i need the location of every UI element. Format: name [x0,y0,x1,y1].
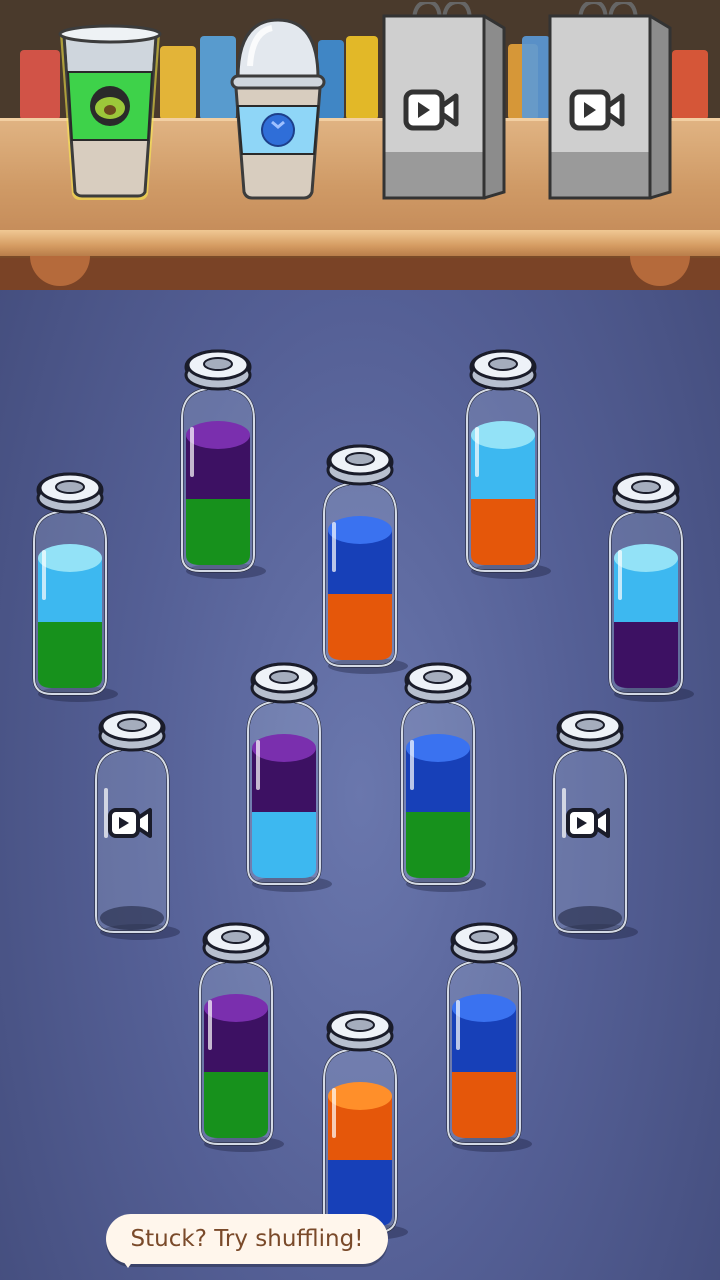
shelf-edge [0,230,720,260]
bottle-7[interactable] [604,468,694,702]
bottle-4[interactable] [318,440,408,674]
liquid-layer-light-blue [252,812,316,878]
liquid-layer-green [186,499,250,565]
liquid-layer-orange [452,1072,516,1138]
liquid-layer-purple [204,994,268,1072]
liquid-layer-blue [328,516,392,594]
shelf-product [346,36,378,120]
liquid-layer-orange [471,499,535,565]
avocado-icon [90,86,130,126]
shelf-area [0,0,720,290]
hint-bubble-tail [118,1254,138,1268]
cup-avocado[interactable] [56,12,164,206]
shelf-product [672,50,708,120]
liquid-layer-purple [614,622,678,688]
liquid-layer-purple [186,421,250,499]
shelf-product [20,50,60,120]
bottle-3[interactable] [28,468,118,702]
liquid-layer-green [406,812,470,878]
liquid-layer-purple [252,734,316,812]
shelf-product [160,46,196,120]
blueberry-icon [261,113,295,147]
shelf-underside [0,258,720,290]
hint-bubble: Stuck? Try shuffling! [106,1214,388,1264]
bottle-2[interactable] [461,345,551,579]
liquid-layer-orange [328,1082,392,1160]
locked-bag-2[interactable] [546,0,674,206]
liquid-layer-orange [328,594,392,660]
liquid-layer-green [204,1072,268,1138]
liquid-layer-blue [452,994,516,1072]
bottle-8[interactable] [396,658,486,892]
liquid-layer-light-blue [614,544,678,622]
hint-text: Stuck? Try shuffling! [130,1226,364,1252]
video-ad-icon [566,808,610,838]
liquid-layer-green [38,622,102,688]
bottle-12[interactable] [442,918,532,1152]
locked-bottle-6[interactable] [90,706,180,940]
liquid-layer-blue [406,734,470,812]
bottle-10[interactable] [194,918,284,1152]
liquid-layer-light-blue [471,421,535,499]
bottle-5[interactable] [242,658,332,892]
bottle-1[interactable] [176,345,266,579]
locked-bottle-9[interactable] [548,706,638,940]
liquid-layer-light-blue [38,544,102,622]
video-ad-icon [108,808,152,838]
locked-bag-1[interactable] [380,0,508,206]
bottle-11[interactable] [318,1006,408,1240]
cup-blueberry[interactable] [228,16,328,206]
